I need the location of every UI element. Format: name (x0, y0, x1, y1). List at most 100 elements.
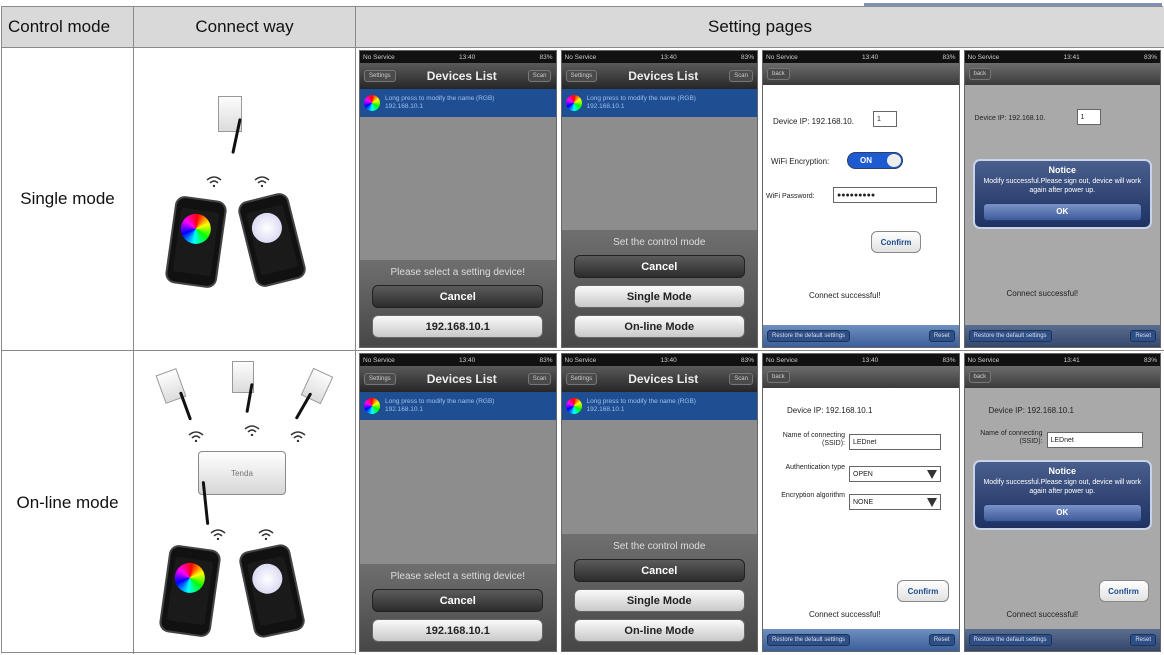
screen-single-notice: No Service 13:41 83% back Device IP: 192.1… (963, 50, 1161, 348)
status-carrier: No Service (967, 356, 1000, 364)
wifi-password-label: WiFi Password: (766, 193, 815, 200)
color-wheel-icon (364, 95, 380, 111)
auth-type-label: Authentication type (785, 464, 845, 471)
smartphone-image (236, 191, 308, 289)
device-list-item[interactable]: Long press to modify the name (RGB) 192.1… (360, 392, 556, 420)
status-time: 13:40 (660, 53, 677, 61)
status-battery: 83% (942, 53, 956, 61)
single-mode-button[interactable]: Single Mode (573, 589, 745, 612)
ip-last-octet-input[interactable]: 1 (873, 111, 897, 127)
reset-button[interactable]: Reset (1130, 634, 1156, 646)
screen-single-settings: No Service 13:40 83% back Device IP: 192.1… (762, 50, 960, 348)
encryption-algorithm-select[interactable]: NONE (849, 494, 941, 510)
status-battery: 83% (1143, 53, 1157, 61)
status-time: 13:41 (1063, 53, 1080, 61)
notice-dialog: Notice Modify successful.Please sign out… (972, 159, 1152, 229)
wifi-encryption-label: WiFi Encryption: (771, 157, 830, 166)
device-list-item[interactable]: Long press to modify the name (RGB) 192.1… (561, 392, 757, 420)
back-button[interactable]: back (767, 371, 790, 383)
action-sheet: Set the control mode Cancel Single Mode … (561, 230, 757, 347)
scan-button[interactable]: Scan (527, 70, 552, 82)
reset-button[interactable]: Reset (928, 634, 955, 646)
device-ip: 192.168.10.1 (586, 406, 625, 413)
status-battery: 83% (942, 356, 956, 364)
sheet-prompt: Set the control mode (613, 541, 706, 552)
status-carrier: No Service (564, 356, 597, 364)
single-mode-button[interactable]: Single Mode (573, 285, 745, 308)
mode-label-single: Single mode (2, 48, 134, 351)
status-battery: 83% (740, 356, 754, 364)
wifi-signal-icon (188, 431, 204, 442)
cancel-button[interactable]: Cancel (372, 589, 544, 612)
confirm-button[interactable]: Confirm (1098, 580, 1149, 602)
online-mode-button[interactable]: On-line Mode (573, 619, 745, 642)
restore-defaults-button[interactable]: Restore the default settings (767, 330, 851, 342)
device-ip-label: Device IP: 192.168.10.1 (988, 406, 1074, 415)
dropdown-arrow-icon (927, 469, 937, 479)
smartphone-image (158, 543, 222, 639)
status-time: 13:40 (862, 53, 879, 61)
wifi-signal-icon (210, 529, 226, 540)
setting-table: Control mode Connect way Setting pages S… (1, 6, 1164, 654)
sheet-prompt: Please select a setting device! (390, 571, 526, 582)
online-mode-button[interactable]: On-line Mode (573, 315, 745, 338)
status-time: 13:40 (459, 53, 476, 61)
settings-button[interactable]: Settings (565, 373, 598, 385)
scan-button[interactable]: Scan (729, 373, 753, 385)
ip-last-octet-input[interactable]: 1 (1076, 109, 1101, 125)
device-ip-option[interactable]: 192.168.10.1 (372, 315, 544, 338)
restore-defaults-button[interactable]: Restore the default settings (968, 634, 1052, 646)
page-root: Control mode Connect way Setting pages S… (0, 0, 1164, 655)
confirm-button[interactable]: Confirm (871, 231, 921, 253)
reset-button[interactable]: Reset (1130, 330, 1156, 342)
ok-button[interactable]: OK (982, 503, 1142, 522)
device-ip-label: Device IP: 192.168.10.1 (787, 406, 873, 415)
device-name: Long press to modify the name (RGB) (385, 398, 495, 406)
setting-pages-online: No Service 13:40 83% Settings Devices List S… (356, 351, 1164, 654)
back-button[interactable]: back (767, 68, 790, 80)
wifi-encryption-toggle[interactable]: ON (847, 152, 903, 169)
device-list-item[interactable]: Long press to modify the name (RGB) 192.1… (360, 89, 556, 117)
ssid-input[interactable]: LEDnet (849, 434, 941, 450)
cancel-button[interactable]: Cancel (573, 255, 745, 278)
connect-success-text: Connect successful! (809, 291, 881, 300)
nav-title: Devices List (628, 372, 699, 386)
wifi-password-input[interactable]: ●●●●●●●●● (833, 187, 937, 203)
scan-button[interactable]: Scan (729, 70, 753, 82)
device-ip: 192.168.10.1 (385, 103, 423, 110)
status-carrier: No Service (363, 356, 395, 364)
reset-button[interactable]: Reset (928, 330, 955, 342)
settings-button[interactable]: Settings (565, 70, 598, 82)
action-sheet: Set the control mode Cancel Single Mode … (561, 534, 757, 651)
wifi-signal-icon (290, 431, 306, 442)
status-carrier: No Service (967, 53, 1000, 61)
device-name: Long press to modify the name (RGB) (586, 95, 696, 103)
device-ip-option[interactable]: 192.168.10.1 (372, 619, 544, 642)
smartphone-image (237, 542, 307, 640)
confirm-button[interactable]: Confirm (897, 580, 949, 602)
ok-button[interactable]: OK (982, 202, 1142, 221)
settings-button[interactable]: Settings (364, 373, 396, 385)
back-button[interactable]: back (968, 371, 992, 383)
restore-defaults-button[interactable]: Restore the default settings (767, 634, 851, 646)
notice-dialog: Notice Modify successful.Please sign out… (972, 460, 1152, 530)
device-list-item[interactable]: Long press to modify the name (RGB) 192.1… (561, 89, 757, 117)
mode-label-online: On-line mode (2, 351, 134, 654)
encryption-algorithm-value: NONE (853, 498, 874, 506)
settings-button[interactable]: Settings (364, 70, 396, 82)
nav-title: Devices List (426, 372, 497, 386)
wifi-router-image: Tenda (198, 451, 286, 495)
auth-type-select[interactable]: OPEN (849, 466, 941, 482)
back-button[interactable]: back (968, 68, 992, 80)
restore-defaults-button[interactable]: Restore the default settings (968, 330, 1052, 342)
cancel-button[interactable]: Cancel (573, 559, 745, 582)
ssid-input[interactable]: LEDnet (1046, 432, 1143, 448)
cancel-button[interactable]: Cancel (372, 285, 544, 308)
nav-title: Devices List (628, 69, 699, 83)
auth-type-value: OPEN (853, 470, 873, 478)
scan-button[interactable]: Scan (527, 373, 552, 385)
wifi-signal-icon (254, 176, 270, 187)
wifi-signal-icon (244, 425, 260, 436)
encryption-algorithm-label: Encryption algorithm (781, 492, 845, 499)
connect-success-text: Connect successful! (1006, 289, 1079, 298)
